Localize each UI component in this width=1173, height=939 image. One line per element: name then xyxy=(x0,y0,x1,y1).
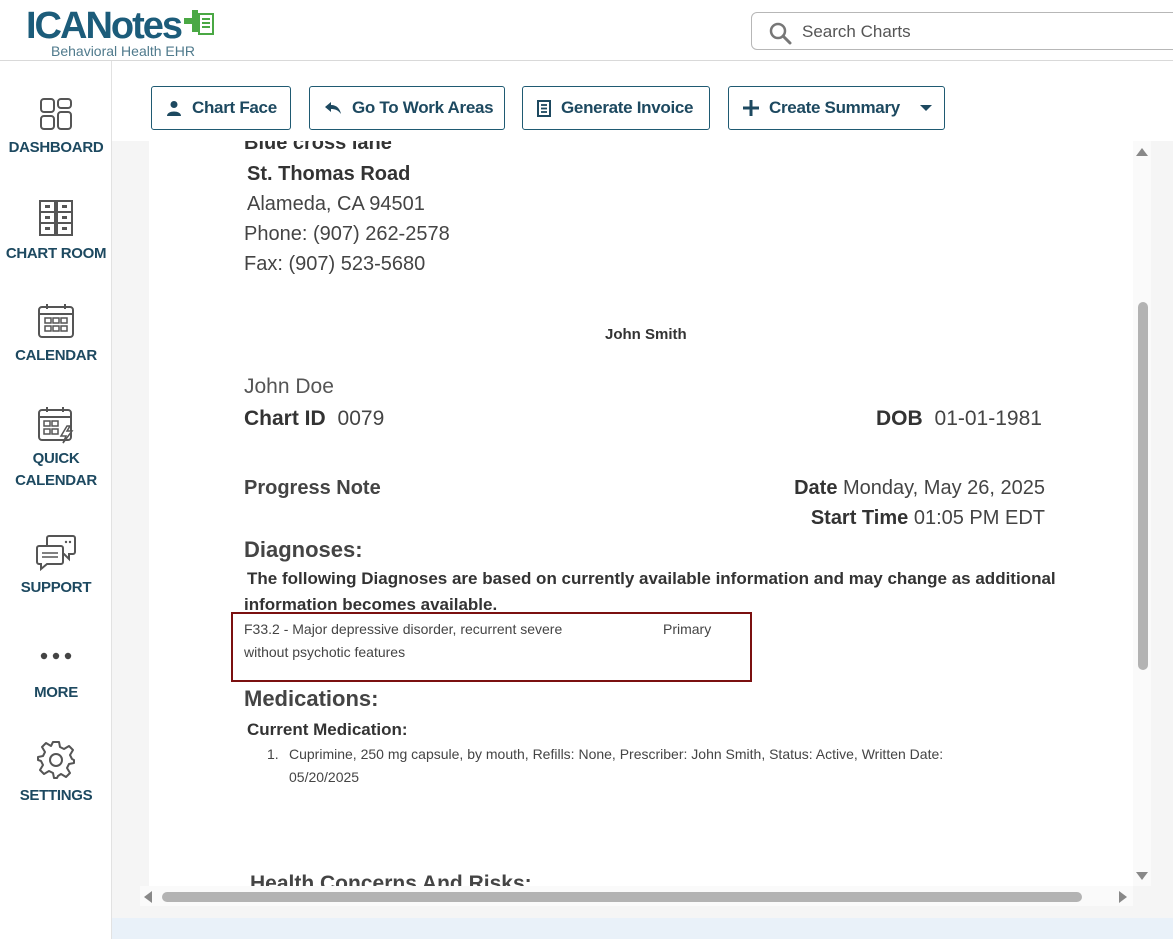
generate-invoice-label: Generate Invoice xyxy=(561,98,694,117)
sidebar-label-dashboard: DASHBOARD xyxy=(8,139,104,156)
logo-plus-icon xyxy=(182,8,216,47)
scroll-up-arrow-icon[interactable] xyxy=(1136,148,1148,156)
health-concerns-heading: Health Concerns And Risks: xyxy=(250,872,532,886)
med-line2: 05/20/2025 xyxy=(289,769,360,785)
sidebar-label-support: SUPPORT xyxy=(20,579,92,596)
start-time-row: Start Time 01:05 PM EDT xyxy=(811,507,1045,530)
more-icon xyxy=(40,652,72,660)
document-viewer: Blue cross lane St. Thomas Road Alameda,… xyxy=(112,141,1173,919)
search-placeholder: Search Charts xyxy=(802,22,911,41)
chart-id-row: Chart ID 0079 xyxy=(244,407,384,431)
chart-face-label: Chart Face xyxy=(192,98,277,117)
chart-id-value: 0079 xyxy=(337,407,385,430)
person-icon xyxy=(167,101,181,116)
gear-icon xyxy=(37,741,75,779)
date-row: Date Monday, May 26, 2025 xyxy=(794,477,1045,500)
search-charts-input[interactable]: Search Charts xyxy=(751,12,1173,50)
med-line1: Cuprimine, 250 mg capsule, by mouth, Ref… xyxy=(289,746,944,762)
date-value: Monday, May 26, 2025 xyxy=(843,477,1045,499)
chevron-down-icon[interactable] xyxy=(920,105,932,111)
logo-subtitle: Behavioral Health EHR xyxy=(51,43,195,59)
vertical-scrollbar[interactable] xyxy=(1133,141,1151,886)
current-medication-label: Current Medication: xyxy=(247,720,408,739)
diagnoses-intro-line1: The following Diagnoses are based on cur… xyxy=(247,569,1056,588)
create-summary-button[interactable]: Create Summary xyxy=(728,86,945,130)
dashboard-icon xyxy=(40,98,72,130)
diagnoses-heading: Diagnoses: xyxy=(244,537,363,562)
go-to-work-areas-button[interactable]: Go To Work Areas xyxy=(309,86,505,130)
sidebar-label-quick: QUICK xyxy=(32,450,80,467)
progress-note-document: Blue cross lane St. Thomas Road Alameda,… xyxy=(149,141,1133,886)
plus-icon xyxy=(743,100,759,116)
sidebar-label-more: MORE xyxy=(34,684,78,701)
diagnosis-highlight-box xyxy=(231,612,752,682)
clinic-name: Blue cross lane xyxy=(244,141,392,154)
scroll-left-arrow-icon[interactable] xyxy=(144,891,152,903)
provider-name: John Smith xyxy=(605,326,687,343)
sidebar-label-quick-calendar: CALENDAR xyxy=(15,472,97,489)
scroll-down-arrow-icon[interactable] xyxy=(1136,872,1148,880)
sidebar-label-calendar: CALENDAR xyxy=(15,347,97,364)
vertical-scroll-thumb[interactable] xyxy=(1138,302,1148,670)
support-icon xyxy=(36,535,76,571)
date-label: Date xyxy=(794,477,838,499)
address-line1: St. Thomas Road xyxy=(247,163,411,185)
footer-band xyxy=(112,918,1173,939)
clinic-fax: Fax: (907) 523-5680 xyxy=(244,253,426,275)
chart-id-label: Chart ID xyxy=(244,407,326,430)
sidebar-item-settings[interactable]: SETTINGS xyxy=(0,740,112,807)
sidebar-label-settings: SETTINGS xyxy=(19,787,93,804)
dob-label: DOB xyxy=(876,407,923,430)
dob-row: DOB 01-01-1981 xyxy=(876,407,1042,431)
app-header: ICANotes Behavioral Health EHR Search Ch… xyxy=(0,0,1173,61)
generate-invoice-button[interactable]: Generate Invoice xyxy=(522,86,710,130)
clinic-phone: Phone: (907) 262-2578 xyxy=(244,223,450,245)
sidebar-item-support[interactable]: SUPPORT xyxy=(0,533,112,599)
address-line2: Alameda, CA 94501 xyxy=(247,193,425,215)
start-time-label: Start Time xyxy=(810,507,909,529)
toolbar: Chart Face Go To Work Areas Generate Inv… xyxy=(112,61,1173,141)
patient-name: John Doe xyxy=(244,375,334,398)
sidebar-item-chart-room[interactable]: CHART ROOM xyxy=(0,199,112,265)
note-type: Progress Note xyxy=(244,477,381,499)
reply-arrow-icon xyxy=(325,102,341,114)
med-number: 1. xyxy=(267,746,279,762)
sidebar-item-more[interactable]: MORE xyxy=(0,649,112,704)
invoice-icon xyxy=(537,99,551,117)
sidebar-item-quick-calendar[interactable]: QUICK CALENDAR xyxy=(0,406,112,492)
chart-room-icon xyxy=(39,200,73,236)
medications-heading: Medications: xyxy=(244,686,379,711)
sidebar-item-calendar[interactable]: CALENDAR xyxy=(0,303,112,367)
chart-face-button[interactable]: Chart Face xyxy=(151,86,291,130)
start-time-value: 01:05 PM EDT xyxy=(913,507,1045,529)
horizontal-scroll-thumb[interactable] xyxy=(162,892,1082,902)
go-to-work-areas-label: Go To Work Areas xyxy=(352,98,494,117)
scroll-right-arrow-icon[interactable] xyxy=(1119,891,1127,903)
calendar-icon xyxy=(38,304,74,338)
dob-value: 01-01-1981 xyxy=(934,407,1042,430)
logo-text: ICANotes xyxy=(26,5,183,47)
icanotes-logo[interactable]: ICANotes Behavioral Health EHR xyxy=(26,5,216,59)
sidebar: DASHBOARD CHART ROOM CALENDAR QUICK CALE… xyxy=(0,61,112,939)
search-icon xyxy=(769,22,792,45)
sidebar-label-chart-room: CHART ROOM xyxy=(5,245,107,262)
quick-calendar-icon xyxy=(38,407,74,444)
sidebar-item-dashboard[interactable]: DASHBOARD xyxy=(0,97,112,159)
horizontal-scrollbar[interactable] xyxy=(140,886,1133,906)
create-summary-label: Create Summary xyxy=(769,98,900,117)
